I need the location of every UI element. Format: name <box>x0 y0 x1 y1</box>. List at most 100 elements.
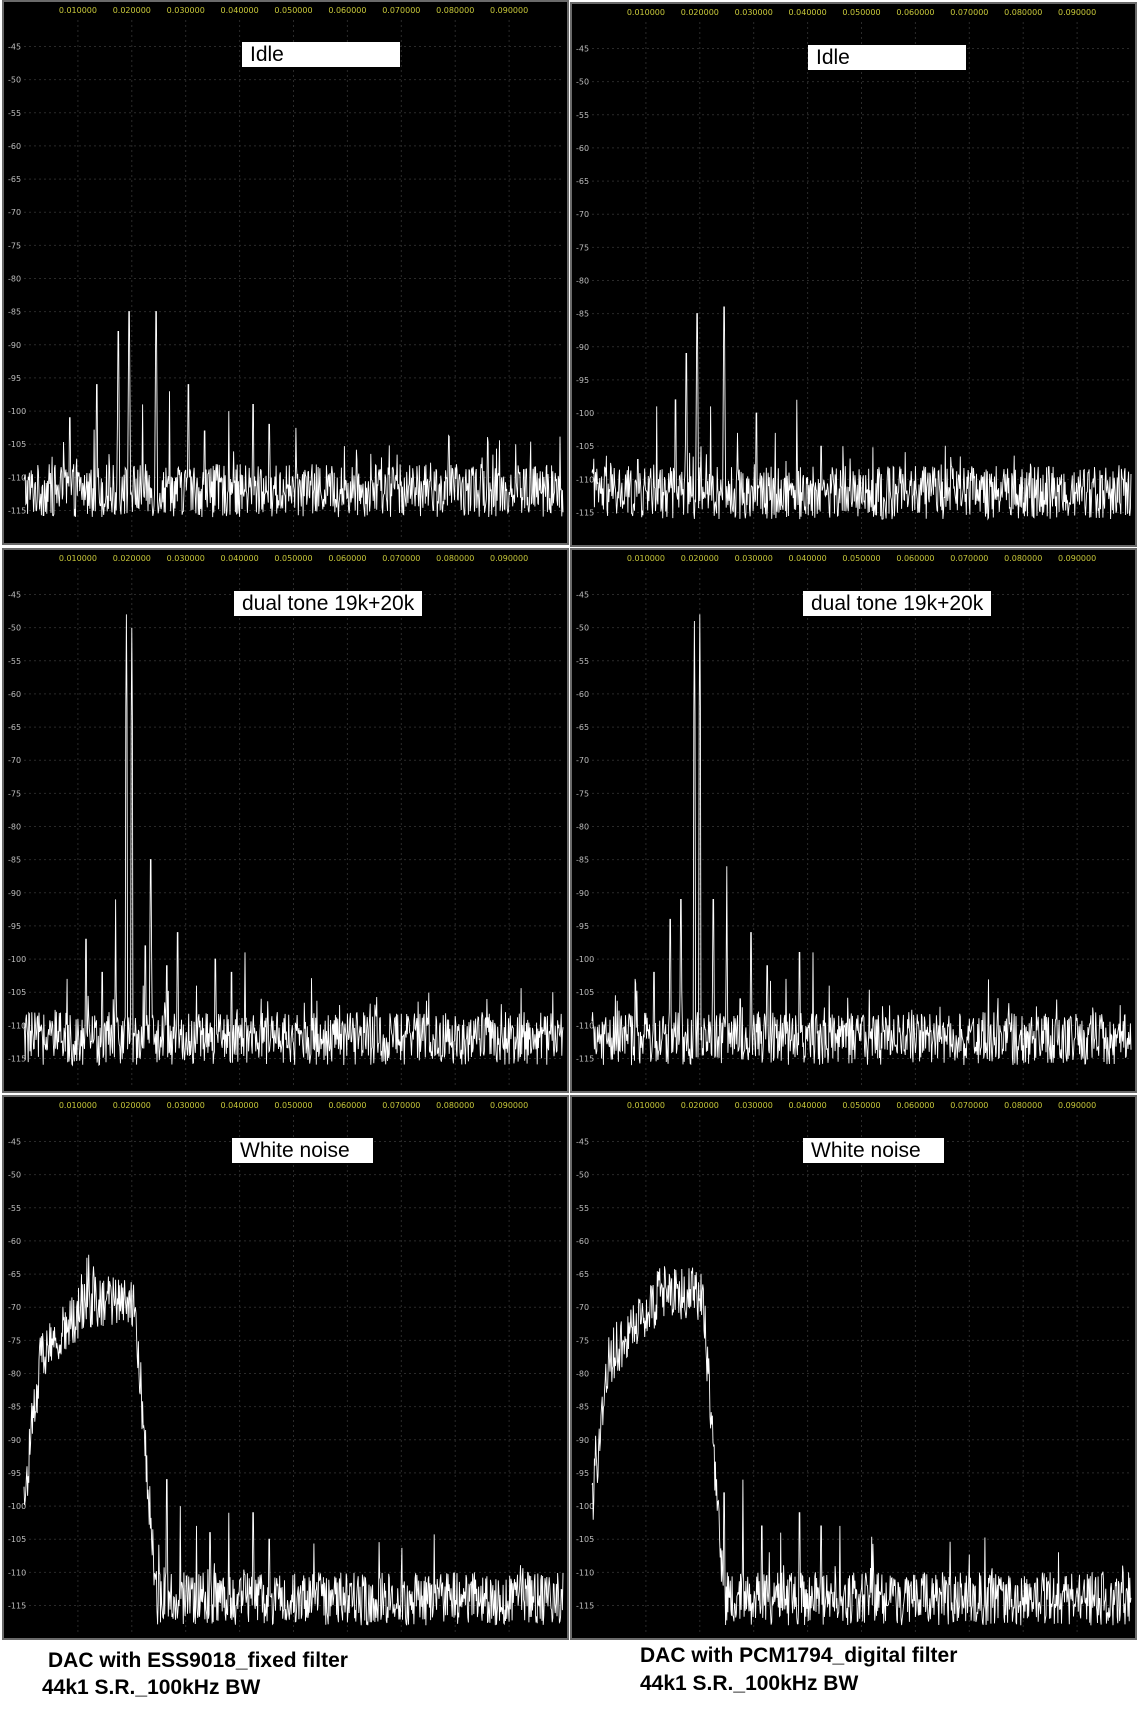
x-tick-label: 0.010000 <box>59 6 97 15</box>
x-tick-label: 0.020000 <box>681 8 719 17</box>
y-tick-label: -90 <box>576 889 589 898</box>
y-tick-label: -115 <box>576 1054 594 1063</box>
x-tick-label: 0.030000 <box>167 554 205 563</box>
y-tick-label: -115 <box>8 506 26 515</box>
y-tick-label: -105 <box>8 988 26 997</box>
y-tick-label: -85 <box>576 310 589 319</box>
y-tick-label: -65 <box>576 177 589 186</box>
x-tick-label: 0.010000 <box>59 1101 97 1110</box>
x-tick-label: 0.090000 <box>490 6 528 15</box>
x-tick-label: 0.080000 <box>436 1101 474 1110</box>
y-tick-label: -55 <box>8 1204 21 1213</box>
x-tick-label: 0.090000 <box>1058 8 1096 17</box>
x-tick-label: 0.070000 <box>950 1101 988 1110</box>
y-tick-label: -85 <box>576 1403 589 1412</box>
y-tick-label: -110 <box>8 1568 26 1577</box>
panel-label: Idle <box>242 42 400 67</box>
x-tick-label: 0.090000 <box>490 554 528 563</box>
x-tick-label: 0.050000 <box>842 1101 880 1110</box>
caption-left-line1: DAC with ESS9018_fixed filter <box>48 1649 348 1672</box>
y-tick-label: -90 <box>8 889 21 898</box>
y-tick-label: -50 <box>8 1171 21 1180</box>
y-tick-label: -105 <box>576 442 594 451</box>
y-tick-label: -110 <box>576 1568 594 1577</box>
y-tick-label: -55 <box>576 111 589 120</box>
y-tick-label: -110 <box>576 1021 594 1030</box>
y-tick-label: -90 <box>576 343 589 352</box>
x-tick-label: 0.090000 <box>1058 1101 1096 1110</box>
x-tick-label: 0.030000 <box>735 1101 773 1110</box>
x-tick-label: 0.020000 <box>113 1101 151 1110</box>
x-tick-label: 0.030000 <box>735 8 773 17</box>
y-tick-label: -115 <box>576 1601 594 1610</box>
y-tick-label: -55 <box>8 109 21 118</box>
chart-panel-whitenoise-ess9018: 0.010000 0.020000 0.030000 0.040000 0.050000… <box>2 1095 569 1640</box>
y-tick-label: -50 <box>576 1171 589 1180</box>
x-tick-label: 0.040000 <box>221 6 259 15</box>
spectrum-chart: 0.010000 0.020000 0.030000 0.040000 0.050000… <box>8 554 564 1085</box>
y-tick-label: -45 <box>576 1138 589 1147</box>
y-tick-label: -80 <box>8 823 21 832</box>
x-tick-label: 0.070000 <box>950 554 988 563</box>
x-tick-label: 0.050000 <box>274 1101 312 1110</box>
y-tick-label: -100 <box>576 955 594 964</box>
x-tick-label: 0.050000 <box>274 6 312 15</box>
y-tick-label: -55 <box>576 657 589 666</box>
y-tick-label: -60 <box>8 1237 21 1246</box>
y-tick-label: -70 <box>8 1303 21 1312</box>
x-tick-label: 0.020000 <box>113 554 151 563</box>
y-tick-label: -45 <box>576 591 589 600</box>
chart-panel-dualtone-ess9018: 0.010000 0.020000 0.030000 0.040000 0.050000… <box>2 548 569 1093</box>
y-tick-label: -110 <box>8 473 26 482</box>
x-tick-label: 0.010000 <box>627 8 665 17</box>
y-tick-label: -60 <box>576 1237 589 1246</box>
x-tick-label: 0.010000 <box>59 554 97 563</box>
x-tick-label: 0.070000 <box>382 1101 420 1110</box>
grid <box>592 1115 1131 1632</box>
x-tick-label: 0.010000 <box>627 554 665 563</box>
y-tick-label: -85 <box>8 308 21 317</box>
y-tick-label: -100 <box>576 1502 594 1511</box>
chart-panel-whitenoise-pcm1794: 0.010000 0.020000 0.030000 0.040000 0.050000… <box>570 1095 1137 1640</box>
x-tick-label: 0.070000 <box>382 554 420 563</box>
y-tick-label: -50 <box>576 624 589 633</box>
y-tick-label: -105 <box>576 1535 594 1544</box>
x-tick-label: 0.080000 <box>1004 1101 1042 1110</box>
y-tick-label: -95 <box>576 376 589 385</box>
x-tick-label: 0.040000 <box>789 8 827 17</box>
x-tick-label: 0.060000 <box>328 1101 366 1110</box>
y-tick-label: -50 <box>8 624 21 633</box>
y-tick-label: -80 <box>8 1370 21 1379</box>
y-tick-label: -70 <box>8 756 21 765</box>
y-tick-label: -100 <box>8 407 26 416</box>
spectrum-chart: 0.010000 0.020000 0.030000 0.040000 0.050000… <box>8 6 564 537</box>
y-tick-label: -95 <box>8 922 21 931</box>
x-tick-label: 0.030000 <box>167 1101 205 1110</box>
x-tick-label: 0.040000 <box>221 554 259 563</box>
x-tick-label: 0.080000 <box>1004 8 1042 17</box>
y-tick-label: -50 <box>576 78 589 87</box>
x-tick-label: 0.040000 <box>789 554 827 563</box>
caption-left-line2: 44k1 S.R._100kHz BW <box>42 1676 261 1699</box>
y-tick-label: -75 <box>8 241 21 250</box>
x-tick-label: 0.010000 <box>627 1101 665 1110</box>
y-tick-label: -60 <box>8 690 21 699</box>
y-tick-label: -75 <box>576 1336 589 1345</box>
x-tick-label: 0.050000 <box>274 554 312 563</box>
panel-label: dual tone 19k+20k <box>234 591 423 616</box>
y-tick-label: -70 <box>576 756 589 765</box>
x-tick-label: 0.090000 <box>1058 554 1096 563</box>
y-tick-label: -75 <box>8 1336 21 1345</box>
y-tick-label: -75 <box>576 243 589 252</box>
y-tick-label: -80 <box>576 823 589 832</box>
spectrum-trace <box>23 311 564 518</box>
y-tick-label: -105 <box>576 988 594 997</box>
y-tick-label: -115 <box>576 508 594 517</box>
y-tick-label: -110 <box>8 1021 26 1030</box>
y-tick-label: -95 <box>8 374 21 383</box>
y-tick-label: -65 <box>8 723 21 732</box>
y-tick-label: -90 <box>8 341 21 350</box>
caption-right-line2: 44k1 S.R._100kHz BW <box>640 1672 859 1695</box>
y-tick-label: -100 <box>8 1502 26 1511</box>
y-tick-label: -100 <box>8 955 26 964</box>
